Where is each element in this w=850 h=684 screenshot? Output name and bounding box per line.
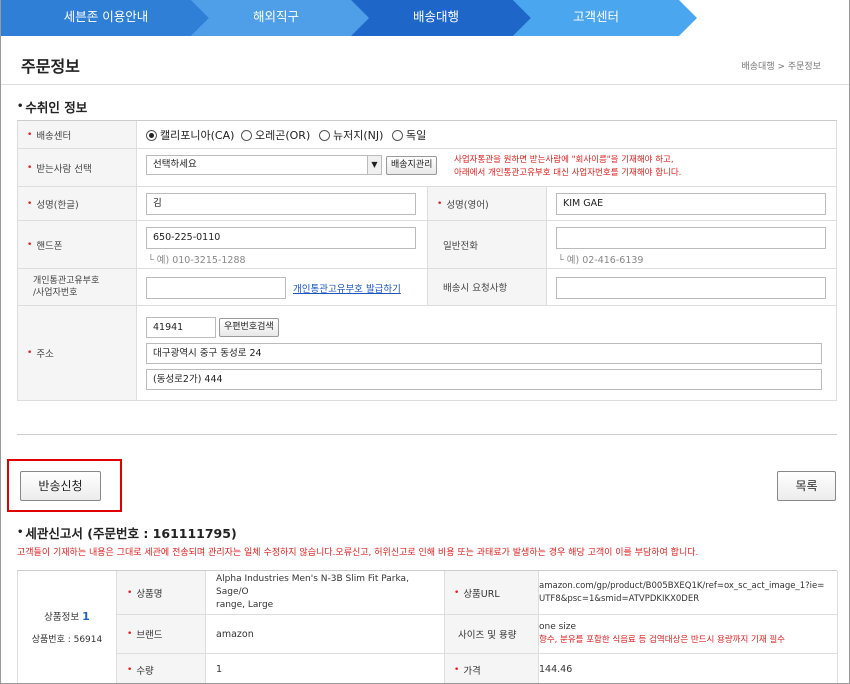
address-row: 주소 41941 우편번호검색 대구광역시 중구 동성로 24 (동성로2가) …	[17, 306, 837, 401]
radio-icon	[319, 129, 330, 141]
size-value: one size 향수, 분유를 포함한 식음료 등 검역대상은 반드시 용량까…	[539, 615, 838, 653]
radio-selected-icon	[146, 129, 157, 141]
column-divider	[546, 187, 547, 306]
radio-icon	[392, 129, 403, 141]
receiver-label: 받는사람 선택	[17, 149, 136, 186]
product-url-line2: UTF8&psc=1&smid=ATVPDKIKX0DER	[539, 593, 700, 604]
zipcode-input[interactable]: 41941	[146, 317, 216, 338]
request-label: 배송시 요청사항	[427, 269, 546, 305]
size-value-text: one size	[539, 622, 577, 632]
top-nav: 세븐존 이용안내 해외직구 배송대행 고객센터	[1, 0, 849, 36]
mobile-hint: └ 예) 010-3215-1288	[148, 255, 246, 266]
mobile-label: 핸드폰	[17, 221, 136, 268]
recipient-section-label: 수취인 정보	[25, 100, 88, 115]
receiver-select[interactable]: 선택하세요 ▼	[146, 155, 382, 175]
request-input[interactable]	[556, 277, 826, 299]
business-notice-line1: 사업자통관을 원하면 받는사람에 "회사이름"을 기재해야 하고,	[454, 155, 674, 165]
center-de-label: 독일	[406, 129, 427, 142]
brand-value: amazon	[216, 628, 254, 640]
page-title: 주문정보	[21, 57, 80, 76]
product-name-label: 상품명	[117, 571, 205, 614]
customs-section-title: • 세관신고서 (주문번호 : 161111795)	[17, 526, 237, 541]
center-ca-label: 캘리포니아(CA)	[160, 129, 235, 142]
recipient-form: 배송센터 캘리포니아(CA) 오레곤(OR) 뉴저지(NJ) 독일 받는사람 선…	[17, 120, 837, 401]
business-notice-line2: 아래에서 개인통관고유부호 대신 사업자번호를 기재해야 합니다.	[454, 168, 682, 178]
product-index: 1	[82, 609, 90, 623]
product-info-heading: 상품정보 1	[44, 606, 90, 629]
page-frame: 세븐존 이용안내 해외직구 배송대행 고객센터 주문정보 배송대행 > 주문정보…	[0, 0, 850, 684]
column-divider	[205, 571, 206, 683]
center-row: 배송센터 캘리포니아(CA) 오레곤(OR) 뉴저지(NJ) 독일	[17, 121, 837, 149]
center-radio-or[interactable]: 오레곤(OR)	[241, 127, 310, 143]
name-en-label: 성명(영어)	[427, 187, 546, 220]
product-name-line2: range, Large	[216, 600, 274, 610]
mobile-input[interactable]: 650-225-0110	[146, 227, 416, 249]
list-button[interactable]: 목록	[777, 471, 836, 501]
center-radio-ca[interactable]: 캘리포니아(CA)	[146, 127, 234, 143]
divider	[1, 84, 849, 85]
address2-input[interactable]: (동성로2가) 444	[146, 369, 822, 390]
name-kr-label: 성명(한글)	[17, 187, 136, 220]
price-label: 가격	[444, 654, 538, 683]
customs-notice: 고객들이 기재하는 내용은 그대로 세관에 전송되며 관리자는 일체 수정하지 …	[17, 548, 699, 558]
center-radio-nj[interactable]: 뉴저지(NJ)	[319, 127, 383, 143]
nav-item-customer-center[interactable]: 고객센터	[521, 0, 671, 36]
customs-id-input[interactable]	[146, 277, 286, 299]
name-en-input[interactable]: KIM GAE	[556, 193, 826, 215]
product-info-label: 상품정보	[44, 611, 80, 623]
customs-id-label: 개인통관고유부호 /사업자번호	[17, 269, 136, 305]
name-kr-input[interactable]: 김	[146, 193, 416, 215]
product-name-value: Alpha Industries Men's N-3B Slim Fit Par…	[216, 571, 444, 614]
column-divider	[136, 121, 137, 401]
column-divider	[427, 187, 428, 306]
nav-item-guide[interactable]: 세븐존 이용안내	[31, 0, 181, 36]
nav-item-shipping-agent[interactable]: 배송대행	[361, 0, 511, 36]
column-divider	[444, 571, 445, 683]
business-notice: 사업자통관을 원하면 받는사람에 "회사이름"을 기재해야 하고, 아래에서 개…	[454, 154, 681, 180]
recipient-section-title: • 수취인 정보	[17, 100, 88, 115]
size-label: 사이즈 및 용량	[444, 615, 538, 653]
center-radio-de[interactable]: 독일	[392, 127, 426, 143]
breadcrumb: 배송대행 > 주문정보	[741, 62, 821, 72]
customs-id-label-1: 개인통관고유부호	[33, 276, 100, 286]
customs-table: 상품정보 1 상품번호 : 56914 상품명 Alpha Industries…	[17, 570, 838, 683]
phone-label: 일반전화	[427, 221, 546, 268]
highlight-box	[7, 459, 122, 512]
qty-label: 수량	[117, 654, 205, 683]
qty-value: 1	[216, 664, 223, 675]
product-url-line1: amazon.com/gp/product/B005BXEQ1K/ref=ox_…	[539, 580, 825, 591]
size-note: 향수, 분유를 포함한 식음료 등 검역대상은 반드시 용량까지 기재 필수	[539, 635, 785, 645]
address-label: 주소	[17, 306, 136, 400]
address-book-button[interactable]: 배송지관리	[386, 156, 438, 175]
product-number: 상품번호 : 56914	[31, 634, 103, 645]
zipcode-search-button[interactable]: 우편번호검색	[219, 318, 279, 337]
table-left-border	[17, 121, 18, 401]
chevron-down-icon[interactable]: ▼	[367, 156, 381, 174]
receiver-select-value: 선택하세요	[153, 159, 197, 170]
brand-label: 브랜드	[117, 615, 205, 653]
center-label: 배송센터	[17, 121, 136, 148]
product-url-value: amazon.com/gp/product/B005BXEQ1K/ref=ox_…	[539, 571, 838, 614]
address1-input[interactable]: 대구광역시 중구 동성로 24	[146, 343, 822, 364]
customs-id-label-2: /사업자번호	[33, 288, 78, 298]
column-divider	[538, 571, 539, 683]
nav-item-direct-buy[interactable]: 해외직구	[201, 0, 351, 36]
radio-icon	[241, 129, 252, 141]
product-url-label: 상품URL	[444, 571, 538, 614]
customs-section-label: 세관신고서 (주문번호 : 161111795)	[25, 526, 237, 541]
table-right-border	[836, 121, 837, 401]
receiver-row: 받는사람 선택 선택하세요 ▼ 배송지관리 사업자통관을 원하면 받는사람에 "…	[17, 149, 837, 187]
phone-hint: └ 예) 02-416-6139	[558, 255, 644, 266]
product-name-line1: Alpha Industries Men's N-3B Slim Fit Par…	[216, 574, 409, 597]
section-divider	[17, 434, 837, 435]
phone-input[interactable]	[556, 227, 826, 249]
center-nj-label: 뉴저지(NJ)	[333, 129, 384, 142]
center-or-label: 오레곤(OR)	[255, 129, 311, 142]
price-value: 144.46	[539, 664, 573, 675]
customs-id-issue-link[interactable]: 개인통관고유부호 발급하기	[293, 281, 401, 295]
product-info-cell: 상품정보 1 상품번호 : 56914	[18, 571, 116, 683]
table-right-border	[837, 571, 838, 683]
